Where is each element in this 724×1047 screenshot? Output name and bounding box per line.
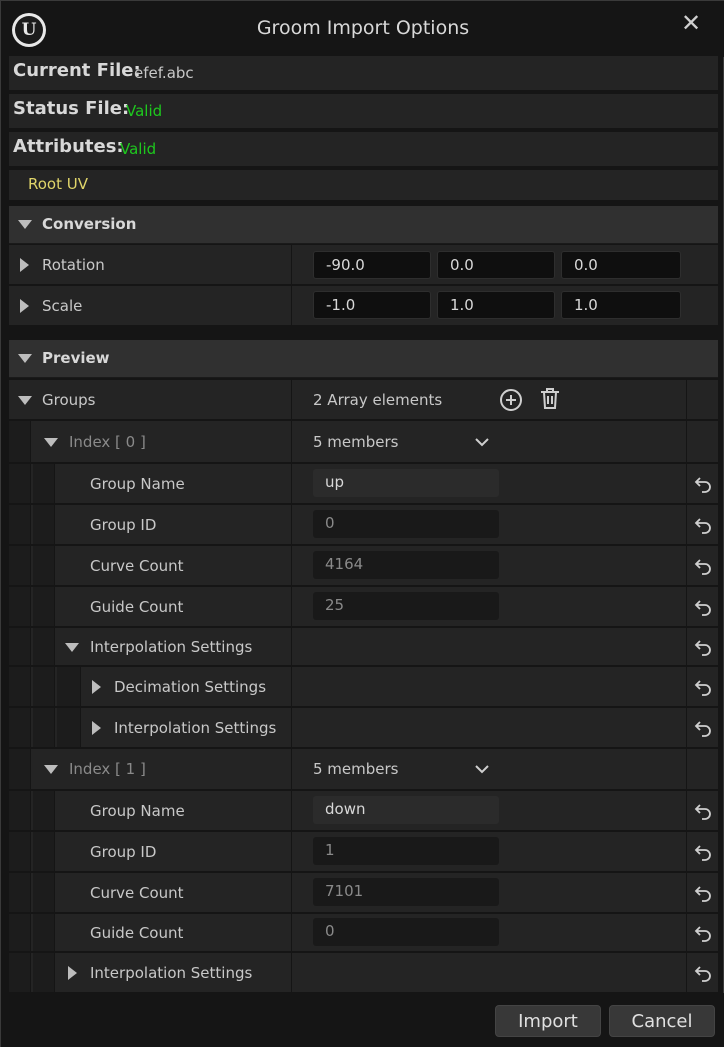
rotation-row: Rotation -90.0 0.0 0.0 xyxy=(9,245,718,285)
index-0-members: 5 members xyxy=(313,432,399,451)
attributes-label: Attributes: xyxy=(13,136,124,157)
attributes-row: Attributes: Valid xyxy=(9,132,718,166)
group-id-row: Group ID 1 xyxy=(9,832,718,872)
rotation-label: Rotation xyxy=(42,255,105,274)
collapse-arrow-icon[interactable] xyxy=(18,395,32,405)
group-name-label: Group Name xyxy=(90,801,185,820)
scale-z-input[interactable]: 1.0 xyxy=(561,291,681,319)
curve-count-row: Curve Count 7101 xyxy=(9,873,718,913)
interpolation-settings-row: Interpolation Settings xyxy=(9,628,718,666)
preview-section-header[interactable]: Preview xyxy=(9,340,718,378)
groups-count: 2 Array elements xyxy=(313,390,443,409)
collapse-arrow-icon[interactable] xyxy=(65,642,79,652)
reset-to-default-icon[interactable] xyxy=(694,884,712,902)
rotation-y-input[interactable]: 0.0 xyxy=(437,251,555,279)
guide-count-row: Guide Count 0 xyxy=(9,914,718,952)
expand-arrow-icon[interactable] xyxy=(92,720,101,735)
guide-count-label: Guide Count xyxy=(90,923,184,942)
curve-count-label: Curve Count xyxy=(90,883,184,902)
current-file-row: Current File: efef.abc xyxy=(9,56,718,90)
cancel-button[interactable]: Cancel xyxy=(609,1005,715,1037)
group-name-row: Group Name up xyxy=(9,464,718,504)
rotation-z-input[interactable]: 0.0 xyxy=(561,251,681,279)
root-uv-label: Root UV xyxy=(28,175,88,193)
group-id-input: 0 xyxy=(313,510,499,538)
collapse-arrow-icon[interactable] xyxy=(18,354,32,363)
import-button[interactable]: Import xyxy=(495,1005,601,1037)
curve-count-input: 7101 xyxy=(313,878,499,906)
curve-count-row: Curve Count 4164 xyxy=(9,546,718,586)
guide-count-input: 25 xyxy=(313,592,499,620)
reset-to-default-icon[interactable] xyxy=(694,557,712,575)
group-name-label: Group Name xyxy=(90,474,185,493)
curve-count-input: 4164 xyxy=(313,551,499,579)
groups-row: Groups 2 Array elements xyxy=(9,380,718,420)
expand-arrow-icon[interactable] xyxy=(20,298,29,313)
index-1-row: Index [ 1 ] 5 members xyxy=(9,749,718,790)
reset-to-default-icon[interactable] xyxy=(694,964,712,982)
decimation-settings-label: Decimation Settings xyxy=(114,677,267,696)
close-button[interactable]: ✕ xyxy=(677,9,705,37)
scale-y-input[interactable]: 1.0 xyxy=(437,291,555,319)
chevron-down-icon[interactable] xyxy=(475,436,489,448)
reset-to-default-icon[interactable] xyxy=(694,598,712,616)
index-0-label: Index [ 0 ] xyxy=(69,432,146,451)
status-file-value: Valid xyxy=(126,102,163,120)
preview-title: Preview xyxy=(42,349,110,367)
delete-all-icon[interactable] xyxy=(539,387,561,411)
groom-import-dialog: U Groom Import Options ✕ Current File: e… xyxy=(0,0,724,1047)
current-file-label: Current File: xyxy=(13,60,141,81)
collapse-arrow-icon[interactable] xyxy=(44,765,58,774)
window-title: Groom Import Options xyxy=(256,17,470,39)
reset-to-default-icon[interactable] xyxy=(694,843,712,861)
expand-arrow-icon[interactable] xyxy=(20,257,29,272)
current-file-value: efef.abc xyxy=(134,64,194,82)
expand-arrow-icon[interactable] xyxy=(92,679,101,694)
group-name-input[interactable]: up xyxy=(313,469,499,497)
groups-label: Groups xyxy=(42,390,96,409)
status-file-label: Status File: xyxy=(13,98,130,119)
reset-to-default-icon[interactable] xyxy=(694,516,712,534)
status-file-row: Status File: Valid xyxy=(9,94,718,128)
conversion-section-header[interactable]: Conversion xyxy=(9,206,718,244)
reset-to-default-icon[interactable] xyxy=(694,719,712,737)
decimation-settings-row: Decimation Settings xyxy=(9,667,718,707)
group-name-row: Group Name down xyxy=(9,791,718,831)
guide-count-label: Guide Count xyxy=(90,597,184,616)
guide-count-row: Guide Count 25 xyxy=(9,587,718,627)
collapse-arrow-icon[interactable] xyxy=(18,220,32,229)
title-bar: U Groom Import Options ✕ xyxy=(1,1,724,57)
index-0-row: Index [ 0 ] 5 members xyxy=(9,421,718,463)
attributes-value: Valid xyxy=(120,140,157,158)
interpolation-settings-label: Interpolation Settings xyxy=(90,963,253,982)
reset-to-default-icon[interactable] xyxy=(694,638,712,656)
interpolation-sub-settings-row: Interpolation Settings xyxy=(9,708,718,748)
guide-count-input: 0 xyxy=(313,918,499,946)
rotation-x-input[interactable]: -90.0 xyxy=(313,251,431,279)
conversion-title: Conversion xyxy=(42,215,137,233)
index-1-label: Index [ 1 ] xyxy=(69,760,146,778)
interpolation-sub-settings-label: Interpolation Settings xyxy=(114,718,277,737)
group-id-row: Group ID 0 xyxy=(9,505,718,545)
collapse-arrow-icon[interactable] xyxy=(44,437,58,447)
scale-row: Scale -1.0 1.0 1.0 xyxy=(9,286,718,326)
chevron-down-icon[interactable] xyxy=(475,763,489,775)
scale-x-input[interactable]: -1.0 xyxy=(313,291,431,319)
reset-to-default-icon[interactable] xyxy=(694,475,712,493)
root-uv-row: Root UV xyxy=(9,170,718,200)
group-id-input: 1 xyxy=(313,837,499,865)
group-id-label: Group ID xyxy=(90,515,157,534)
reset-to-default-icon[interactable] xyxy=(694,924,712,942)
index-1-members: 5 members xyxy=(313,760,399,778)
reset-to-default-icon[interactable] xyxy=(694,802,712,820)
scale-label: Scale xyxy=(42,296,83,315)
add-element-icon[interactable] xyxy=(499,388,523,412)
expand-arrow-icon[interactable] xyxy=(68,965,77,980)
interpolation-settings-row: Interpolation Settings xyxy=(9,953,718,993)
curve-count-label: Curve Count xyxy=(90,556,184,575)
reset-to-default-icon[interactable] xyxy=(694,678,712,696)
group-id-label: Group ID xyxy=(90,842,157,861)
group-name-input[interactable]: down xyxy=(313,796,499,824)
interpolation-settings-label: Interpolation Settings xyxy=(90,637,253,656)
